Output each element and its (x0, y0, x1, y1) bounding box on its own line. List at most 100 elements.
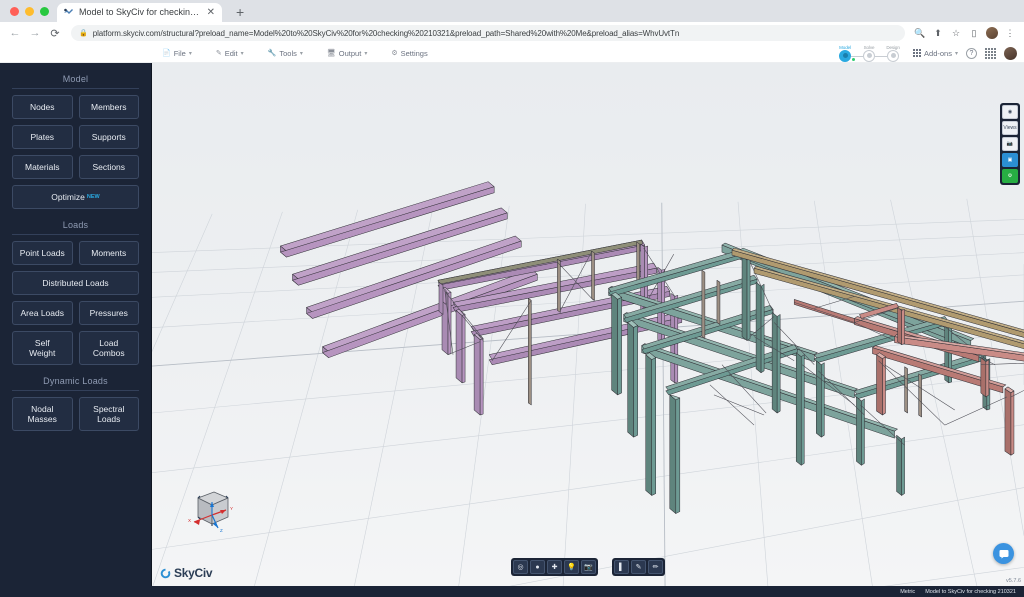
sidebar-row: Self Weight Load Combos (12, 331, 139, 365)
step-design[interactable]: Design (881, 45, 905, 62)
viewport-right-toolbar: ◉ Views 📷 ▣ ⚙ (1000, 103, 1020, 185)
addons-menu[interactable]: Add-ons ▾ (913, 49, 958, 58)
tab-strip: Model to SkyCiv for checking 2 ✕ + (0, 0, 1024, 22)
chevron-down-icon: ▾ (955, 50, 958, 57)
sidebar-item-nodal-masses[interactable]: Nodal Masses (12, 397, 73, 431)
screenshot-icon[interactable]: 📷 (581, 560, 596, 574)
reload-icon[interactable]: ⟳ (46, 24, 64, 42)
window-traffic-lights (8, 0, 57, 22)
lock-icon: 🔒 (79, 29, 88, 37)
status-badge (851, 57, 856, 62)
browser-tab[interactable]: Model to SkyCiv for checking 2 ✕ (57, 3, 222, 22)
sidebar-panel-icon[interactable]: ▯ (966, 25, 982, 41)
back-arrow-icon[interactable]: ← (6, 24, 24, 42)
sidebar-item-self-weight[interactable]: Self Weight (12, 331, 73, 365)
version-label: v5.7.6 (1006, 578, 1021, 584)
file-icon: 📄 (162, 49, 171, 57)
menu-settings-label: Settings (401, 49, 428, 58)
status-bar: Metric Model to SkyCiv for checking 2103… (0, 586, 1024, 597)
sidebar-item-distributed-loads[interactable]: Distributed Loads (12, 271, 139, 295)
user-avatar-icon[interactable] (1004, 47, 1017, 60)
search-icon[interactable]: 🔍 (912, 25, 928, 41)
chrome-menu-icon[interactable]: ⋮ (1002, 25, 1018, 41)
sidebar-item-moments[interactable]: Moments (79, 241, 140, 265)
menu-tools-label: Tools (279, 49, 297, 58)
menu-output[interactable]: 🖥 Output ▾ (327, 49, 381, 58)
close-window-button[interactable] (10, 7, 19, 16)
forward-arrow-icon[interactable]: → (26, 24, 44, 42)
measure-icon[interactable]: ▌ (614, 560, 629, 574)
sidebar-item-label: Optimize (51, 192, 85, 202)
render-view-icon[interactable]: ◉ (1002, 105, 1018, 119)
model-viewport-3d[interactable]: ◉ Views 📷 ▣ ⚙ ◎ ● ✚ 💡 📷 (152, 63, 1024, 586)
views-icon[interactable]: Views (1002, 121, 1018, 135)
menu-output-label: Output (339, 49, 362, 58)
close-icon[interactable]: ✕ (206, 8, 216, 18)
skyciv-application: 📄 File ▾ ✎ Edit ▾ 🔧 Tools ▾ 🖥 Output (0, 44, 1024, 597)
sidebar-row: Optimize NEW (12, 185, 139, 209)
view-cube-gizmo[interactable]: X Y Z (180, 482, 242, 544)
skyciv-logo-icon (160, 568, 171, 579)
pan-icon[interactable]: ◎ (513, 560, 528, 574)
views-label: Views (1003, 125, 1016, 131)
step-solve[interactable]: Solve (857, 45, 881, 62)
sidebar-item-supports[interactable]: Supports (79, 125, 140, 149)
skyciv-watermark: SkyCiv (160, 566, 212, 580)
menu-settings[interactable]: ⚙ Settings (391, 49, 441, 58)
chevron-down-icon: ▾ (364, 50, 367, 57)
app-top-right: Model Solve Design (833, 45, 1024, 62)
sidebar-section-loads-title: Loads (12, 215, 139, 235)
menu-items: 📄 File ▾ ✎ Edit ▾ 🔧 Tools ▾ 🖥 Output (162, 49, 452, 58)
layers-icon[interactable]: ▣ (1002, 153, 1018, 167)
play-solve-icon[interactable]: ⚙ (1002, 169, 1018, 183)
camera-icon[interactable]: 📷 (1002, 137, 1018, 151)
status-units: Metric (900, 589, 915, 595)
browser-toolbar: ← → ⟳ 🔒 platform.skyciv.com/structural?p… (0, 22, 1024, 44)
profile-avatar-icon[interactable] (986, 27, 998, 39)
step-model[interactable]: Model (833, 45, 857, 62)
sidebar-item-load-combos[interactable]: Load Combos (79, 331, 140, 365)
sidebar-item-sections[interactable]: Sections (79, 155, 140, 179)
sidebar-item-point-loads[interactable]: Point Loads (12, 241, 73, 265)
orbit-icon[interactable]: ● (530, 560, 545, 574)
intercom-chat-icon[interactable] (993, 543, 1014, 564)
menu-edit[interactable]: ✎ Edit ▾ (216, 49, 258, 58)
sidebar-item-plates[interactable]: Plates (12, 125, 73, 149)
maximize-window-button[interactable] (40, 7, 49, 16)
pen-icon[interactable]: ✎ (631, 560, 646, 574)
chevron-down-icon: ▾ (189, 50, 192, 57)
light-bulb-icon[interactable]: 💡 (564, 560, 579, 574)
menu-tools[interactable]: 🔧 Tools ▾ (268, 49, 317, 58)
viewport-tool-group-2: ▌ ✎ ✏ (612, 558, 665, 576)
address-bar[interactable]: 🔒 platform.skyciv.com/structural?preload… (71, 25, 905, 41)
menu-edit-label: Edit (225, 49, 238, 58)
viewport-tool-group-1: ◎ ● ✚ 💡 📷 (511, 558, 598, 576)
sidebar-item-area-loads[interactable]: Area Loads (12, 301, 73, 325)
bookmark-star-icon[interactable]: ☆ (948, 25, 964, 41)
zoom-fit-icon[interactable]: ✚ (547, 560, 562, 574)
app-menu-bar: 📄 File ▾ ✎ Edit ▾ 🔧 Tools ▾ 🖥 Output (0, 44, 1024, 63)
new-tab-button[interactable]: + (232, 3, 248, 22)
menu-file[interactable]: 📄 File ▾ (162, 49, 206, 58)
monitor-icon: 🖥 (327, 49, 336, 57)
steel-frame-structure (152, 63, 1024, 586)
left-sidebar: Model Nodes Members Plates Supports Mate… (0, 63, 152, 586)
eraser-icon[interactable]: ✏ (648, 560, 663, 574)
app-body: Model Nodes Members Plates Supports Mate… (0, 63, 1024, 586)
chevron-down-icon: ▾ (300, 50, 303, 57)
sidebar-item-members[interactable]: Members (79, 95, 140, 119)
share-icon[interactable]: ⬆ (930, 25, 946, 41)
step-model-circle (839, 50, 851, 62)
question-mark-icon[interactable]: ? (966, 48, 977, 59)
apps-grid-icon[interactable] (985, 48, 996, 59)
sidebar-item-nodes[interactable]: Nodes (12, 95, 73, 119)
axis-label-x: X (188, 518, 191, 523)
status-model-name: Model to SkyCiv for checking 210321 (925, 589, 1016, 595)
sidebar-item-spectral-loads[interactable]: Spectral Loads (79, 397, 140, 431)
sidebar-row: Distributed Loads (12, 271, 139, 295)
sidebar-item-pressures[interactable]: Pressures (79, 301, 140, 325)
sidebar-item-optimize[interactable]: Optimize NEW (12, 185, 139, 209)
viewport-bottom-toolbar: ◎ ● ✚ 💡 📷 ▌ ✎ ✏ (511, 558, 665, 576)
sidebar-item-materials[interactable]: Materials (12, 155, 73, 179)
minimize-window-button[interactable] (25, 7, 34, 16)
